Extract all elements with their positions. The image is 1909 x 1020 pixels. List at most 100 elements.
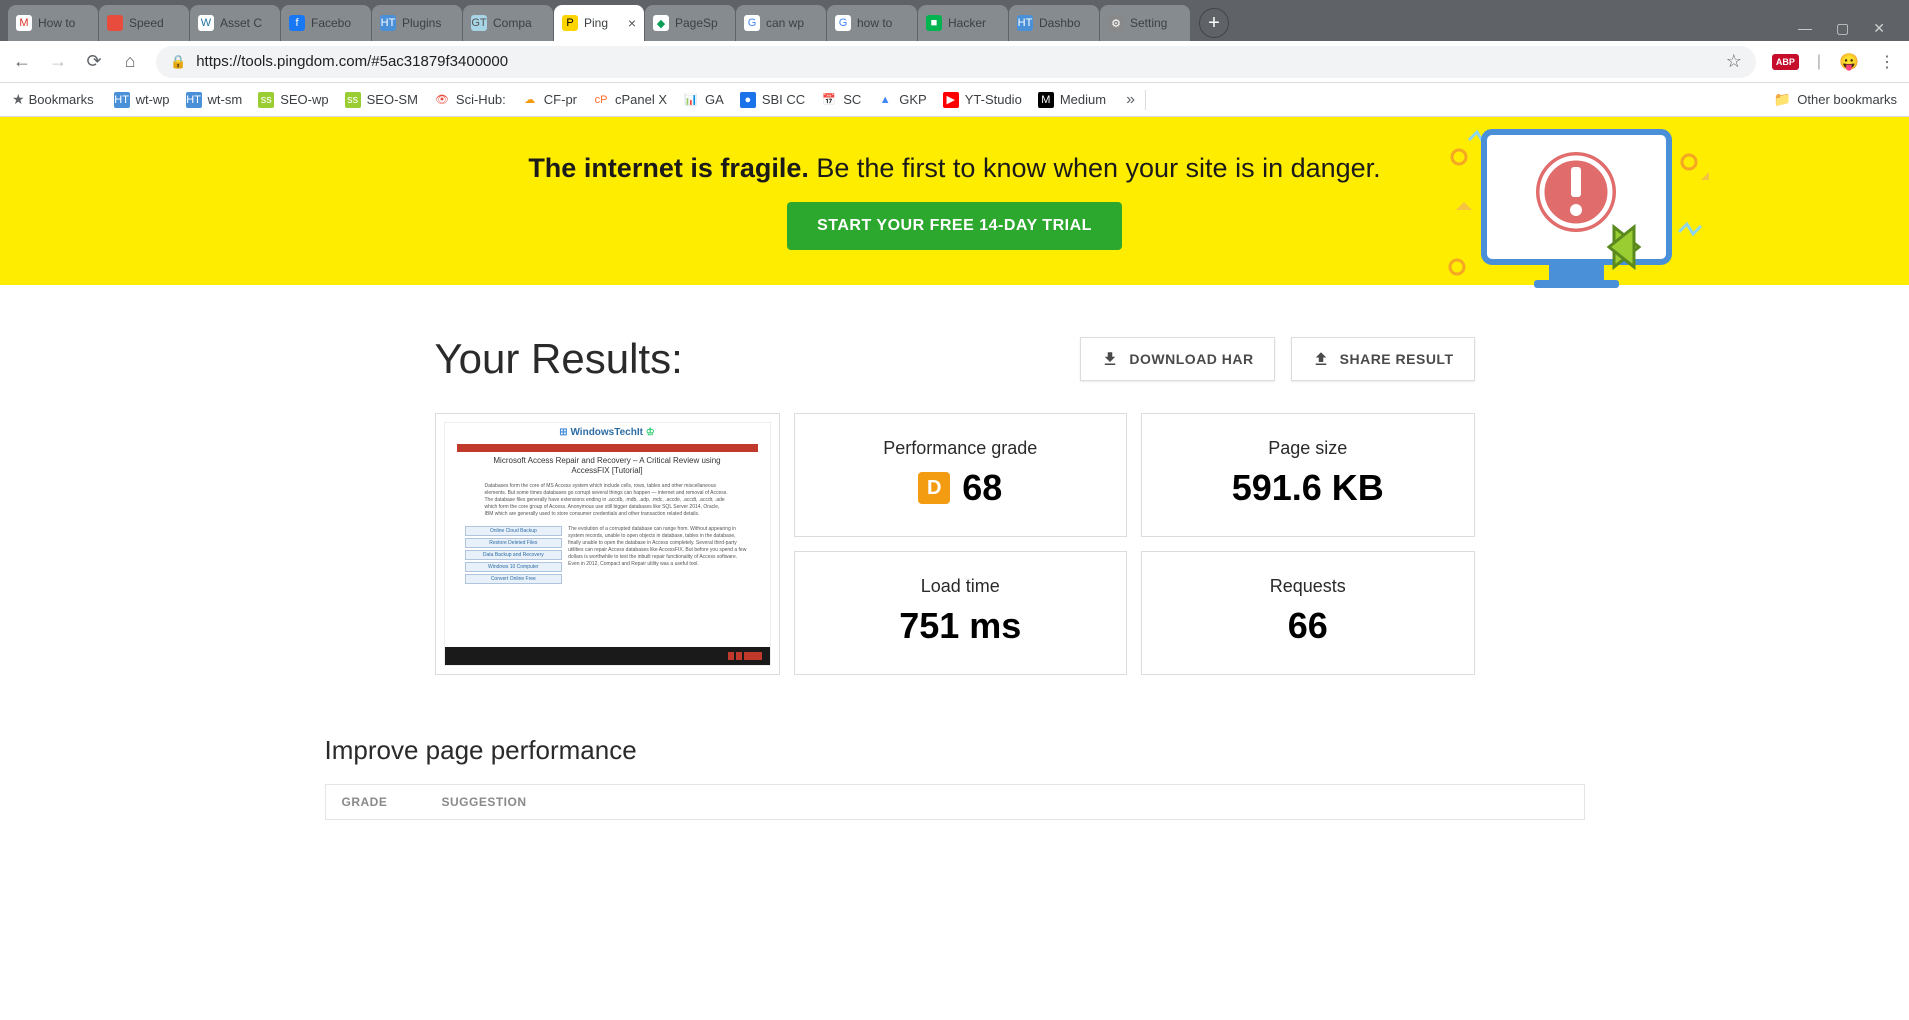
tab-favicon: G: [744, 15, 760, 31]
window-minimize-icon[interactable]: —: [1798, 20, 1812, 37]
nav-forward-icon[interactable]: →: [48, 51, 68, 72]
bookmark-item[interactable]: 📊 GA: [675, 88, 732, 112]
start-trial-button[interactable]: START YOUR FREE 14-DAY TRIAL: [787, 202, 1122, 250]
requests-card: Requests 66: [1141, 551, 1475, 675]
window-maximize-icon[interactable]: ▢: [1836, 20, 1849, 37]
bookmarks-label[interactable]: Bookmarks: [29, 92, 94, 107]
bookmark-favicon: ▲: [877, 92, 893, 108]
browser-tab[interactable]: W Asset C: [190, 5, 280, 41]
browser-tab[interactable]: Gcan wp: [736, 5, 826, 41]
tab-favicon: G: [835, 15, 851, 31]
bookmark-item[interactable]: cPcPanel X: [585, 88, 675, 112]
tab-title: Speed: [129, 16, 181, 30]
tab-favicon: ⚙: [1108, 15, 1124, 31]
bookmark-item[interactable]: ss SEO-wp: [250, 88, 336, 112]
tab-favicon: W: [198, 15, 214, 31]
new-tab-button[interactable]: +: [1199, 8, 1229, 38]
bookmark-item[interactable]: 👁Sci-Hub:: [426, 88, 514, 112]
browser-tab[interactable]: MHow to: [8, 5, 98, 41]
bookmark-favicon: ☁: [522, 92, 538, 108]
performance-grade-value: 68: [962, 467, 1002, 509]
tab-favicon: M: [16, 15, 32, 31]
bookmark-label: SEO-wp: [280, 92, 328, 107]
tab-close-icon[interactable]: ×: [628, 15, 636, 31]
browser-tab[interactable]: ⚙ Setting: [1100, 5, 1190, 41]
metric-label: Page size: [1166, 438, 1450, 459]
tab-title: Asset C: [220, 16, 272, 30]
tab-title: how to: [857, 16, 909, 30]
bookmark-item[interactable]: HT wt-sm: [178, 88, 251, 112]
bookmark-favicon: 📅: [821, 92, 837, 108]
bookmark-label: SEO-SM: [367, 92, 418, 107]
bookmark-item[interactable]: ss SEO-SM: [337, 88, 426, 112]
browser-tab[interactable]: HTDashbo: [1009, 5, 1099, 41]
nav-back-icon[interactable]: ←: [12, 51, 32, 72]
browser-tab[interactable]: GTCompa: [463, 5, 553, 41]
bookmark-item[interactable]: ☁ CF-pr: [514, 88, 585, 112]
metric-label: Load time: [819, 576, 1103, 597]
bookmark-label: wt-wp: [136, 92, 170, 107]
grade-badge: D: [918, 472, 950, 504]
share-result-button[interactable]: SHARE RESULT: [1291, 337, 1475, 381]
window-close-icon[interactable]: ✕: [1873, 20, 1885, 37]
extension-emoji-icon[interactable]: 😛: [1839, 52, 1859, 72]
tab-favicon: f: [289, 15, 305, 31]
browser-tab[interactable]: Ghow to: [827, 5, 917, 41]
bookmark-label: YT-Studio: [965, 92, 1022, 107]
bookmark-favicon: HT: [114, 92, 130, 108]
tab-favicon: [107, 15, 123, 31]
bookmarks-bar: ★ Bookmarks HT wt-wp HT wt-sm ss SEO-wp ss SEO-…: [0, 83, 1909, 117]
requests-value: 66: [1166, 605, 1450, 647]
url-input[interactable]: 🔒 https://tools.pingdom.com/#5ac31879f34…: [156, 46, 1756, 78]
browser-tab[interactable]: fFacebo: [281, 5, 371, 41]
bookmark-favicon: HT: [186, 92, 202, 108]
bookmarks-overflow-icon[interactable]: »: [1126, 91, 1135, 109]
results-title: Your Results:: [435, 335, 1065, 383]
bookmark-item[interactable]: ▲GKP: [869, 88, 934, 112]
bookmark-item[interactable]: MMedium: [1030, 88, 1114, 112]
bookmark-label: CF-pr: [544, 92, 577, 107]
bookmark-label: SBI CC: [762, 92, 805, 107]
browser-tab[interactable]: ◆PageSp: [645, 5, 735, 41]
bookmark-favicon: ss: [258, 92, 274, 108]
bookmark-item[interactable]: 📅SC: [813, 88, 869, 112]
nav-home-icon[interactable]: ⌂: [120, 51, 140, 72]
browser-tabs-bar: MHow to Speed W Asset C fFaceboHTPluginsGTCo…: [0, 0, 1909, 41]
url-text: https://tools.pingdom.com/#5ac31879f3400…: [196, 53, 1716, 70]
tab-favicon: HT: [380, 15, 396, 31]
browser-tab[interactable]: HTPlugins: [372, 5, 462, 41]
adblock-icon[interactable]: ABP: [1772, 54, 1799, 70]
performance-grade-card: Performance grade D 68: [794, 413, 1128, 537]
bookmark-label: wt-sm: [208, 92, 243, 107]
column-header-suggestion: SUGGESTION: [442, 795, 527, 809]
browser-tab[interactable]: Speed: [99, 5, 189, 41]
browser-menu-icon[interactable]: ⋮: [1877, 52, 1897, 72]
bookmark-favicon: 📊: [683, 92, 699, 108]
column-header-grade: GRADE: [342, 795, 442, 809]
tab-title: Setting: [1130, 16, 1182, 30]
bookmark-star-icon[interactable]: ☆: [1726, 51, 1742, 72]
browser-tab[interactable]: ■Hacker: [918, 5, 1008, 41]
download-har-button[interactable]: DOWNLOAD HAR: [1080, 337, 1274, 381]
banner-illustration: [1439, 122, 1709, 307]
site-preview-card: ⊞ WindowsTechIt ♔ Microsoft Access Repai…: [435, 413, 780, 675]
share-icon: [1312, 350, 1330, 368]
bookmark-favicon: M: [1038, 92, 1054, 108]
page-size-value: 591.6 KB: [1166, 467, 1450, 509]
nav-reload-icon[interactable]: ⟳: [84, 51, 104, 72]
bookmark-label: cPanel X: [615, 92, 667, 107]
tab-title: can wp: [766, 16, 818, 30]
bookmark-item[interactable]: ●SBI CC: [732, 88, 813, 112]
browser-tab[interactable]: PPing×: [554, 5, 644, 41]
bookmark-favicon: ss: [345, 92, 361, 108]
other-bookmarks-folder[interactable]: 📁 Other bookmarks: [1774, 91, 1897, 108]
metric-label: Requests: [1166, 576, 1450, 597]
improve-title: Improve page performance: [325, 735, 1585, 766]
bookmark-label: GA: [705, 92, 724, 107]
tab-title: Dashbo: [1039, 16, 1091, 30]
bookmark-favicon: ▶: [943, 92, 959, 108]
bookmark-item[interactable]: ▶ YT-Studio: [935, 88, 1030, 112]
page-size-card: Page size 591.6 KB: [1141, 413, 1475, 537]
bookmark-item[interactable]: HT wt-wp: [106, 88, 178, 112]
bookmarks-star-icon: ★: [12, 91, 25, 108]
